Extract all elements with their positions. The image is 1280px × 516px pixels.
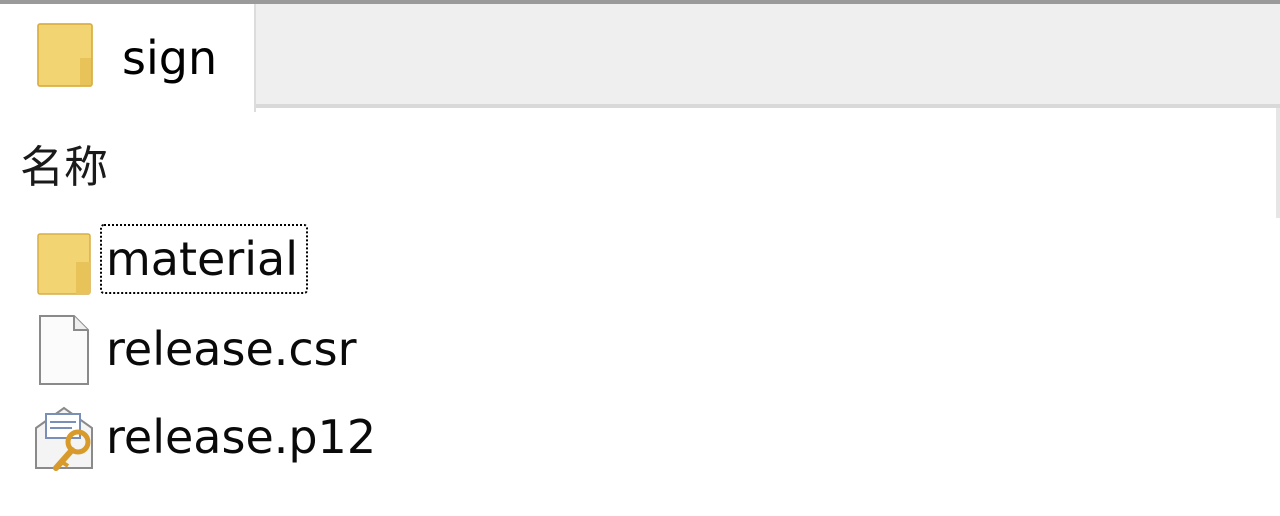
blank-file-icon [39, 315, 89, 385]
list-item-label: release.csr [106, 322, 357, 376]
scrollbar-edge[interactable] [1276, 108, 1280, 218]
file-explorer-window: sign 名称 material release.csr release.p12 [0, 0, 1280, 516]
tab-sign[interactable]: sign [0, 4, 256, 112]
list-item-release-csr[interactable]: release.csr [0, 306, 600, 394]
folder-icon [37, 23, 93, 87]
column-header-name[interactable]: 名称 [20, 140, 108, 196]
tab-strip-divider [256, 104, 1280, 108]
list-item-material[interactable]: material [0, 218, 600, 306]
list-item-label: material [100, 224, 308, 294]
certificate-key-icon [35, 406, 93, 471]
list-item-release-p12[interactable]: release.p12 [0, 394, 600, 482]
list-item-label: release.p12 [106, 410, 377, 464]
folder-icon [37, 233, 91, 295]
tab-title: sign [122, 31, 218, 85]
